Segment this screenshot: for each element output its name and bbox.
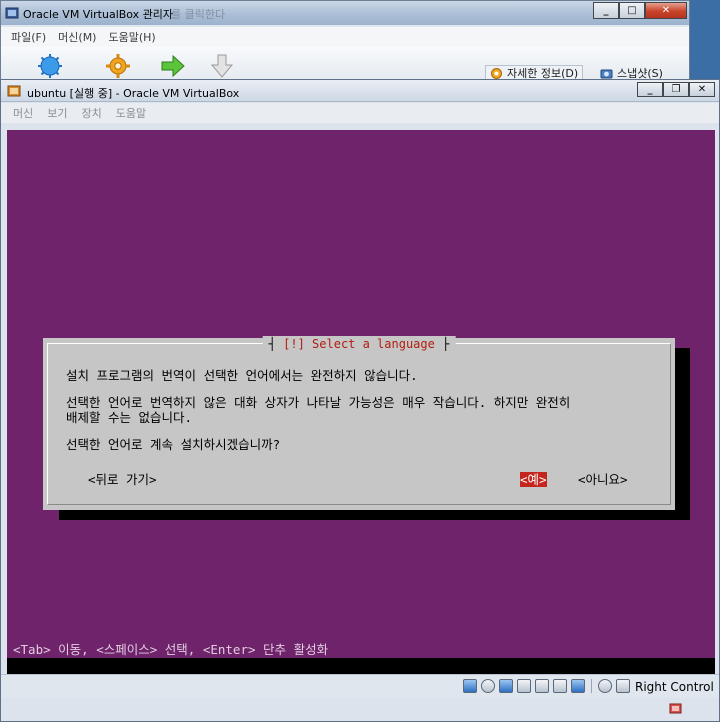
back-button[interactable]: <뒤로 가기> xyxy=(88,472,157,487)
menu-file[interactable]: 파일(F) xyxy=(11,29,46,45)
start-arrow-icon[interactable] xyxy=(160,53,186,79)
dialog-message-line: 설치 프로그램의 번역이 선택한 언어에서는 완전하지 않습니다. xyxy=(66,368,418,383)
vm-title: ubuntu [실행 중] - Oracle VM VirtualBox xyxy=(27,87,240,100)
manager-title: Oracle VM VirtualBox 관리자 xyxy=(23,8,174,21)
vm-status-bar: Right Control xyxy=(1,674,719,698)
dialog-question: 선택한 언어로 계속 설치하시겠습니까? xyxy=(66,437,281,452)
vm-menu-view[interactable]: 보기 xyxy=(47,105,67,121)
screen-bottom-edge xyxy=(7,658,715,674)
virtualbox-icon xyxy=(5,7,19,19)
manager-window-controls: _ □ ✕ xyxy=(593,2,687,19)
camera-icon xyxy=(600,69,613,79)
close-button[interactable]: ✕ xyxy=(645,2,687,19)
keyboard-hint: <Tab> 이동, <스페이스> 선택, <Enter> 단추 활성화 xyxy=(13,642,329,657)
dialog-title: ┤ [!] Select a language ├ xyxy=(262,336,456,352)
vm-window: ubuntu [실행 중] - Oracle VM VirtualBox _ ❐… xyxy=(0,79,720,722)
yes-button[interactable]: <예> xyxy=(520,472,547,487)
hard-disk-icon[interactable] xyxy=(463,679,477,693)
new-vm-icon[interactable] xyxy=(37,53,63,79)
vm-restore-button[interactable]: ❐ xyxy=(663,82,689,97)
vm-window-controls: _ ❐ ✕ xyxy=(637,82,715,97)
vm-menu-devices[interactable]: 장치 xyxy=(82,105,102,121)
settings-gear-icon[interactable] xyxy=(105,53,131,79)
virtualbox-icon xyxy=(7,85,21,97)
manager-toolbar xyxy=(1,47,689,81)
manager-title-ghost: 를 클릭한다 xyxy=(171,8,226,21)
mouse-integration-icon[interactable] xyxy=(598,679,612,693)
minimize-button[interactable]: _ xyxy=(593,2,619,19)
dialog-message-line: 선택한 언어로 번역하지 않은 대화 상자가 나타날 가능성은 매우 작습니다.… xyxy=(66,395,571,410)
vm-minimize-button[interactable]: _ xyxy=(637,82,663,97)
vm-menu-help[interactable]: 도움말 xyxy=(116,105,146,121)
manager-menu-bar: 파일(F) 머신(M) 도움말(H) xyxy=(1,27,689,47)
video-capture-icon[interactable] xyxy=(571,679,585,693)
dialog-frame: ┤ [!] Select a language ├ 설치 프로그램의 번역이 선… xyxy=(47,336,671,505)
language-warning-dialog: ┤ [!] Select a language ├ 설치 프로그램의 번역이 선… xyxy=(43,336,675,510)
vm-menu-machine[interactable]: 머신 xyxy=(13,105,33,121)
shared-folder-icon[interactable] xyxy=(535,679,549,693)
status-separator xyxy=(591,679,592,693)
maximize-button[interactable]: □ xyxy=(619,2,645,19)
dialog-message-line: 배제할 수는 없습니다. xyxy=(66,410,193,425)
host-key-arrow-icon xyxy=(616,679,630,693)
dialog-title-text: [!] Select a language xyxy=(283,337,435,351)
vm-menu-bar: 머신 보기 장치 도움말 xyxy=(1,103,719,123)
no-button[interactable]: <아니요> xyxy=(578,472,628,487)
vm-close-button[interactable]: ✕ xyxy=(689,82,715,97)
guest-screen[interactable]: ┤ [!] Select a language ├ 설치 프로그램의 번역이 선… xyxy=(7,130,715,658)
vm-title-bar[interactable]: ubuntu [실행 중] - Oracle VM VirtualBox _ ❐… xyxy=(1,80,719,102)
discard-arrow-icon[interactable] xyxy=(209,53,235,79)
menu-machine[interactable]: 머신(M) xyxy=(58,29,96,45)
optical-drive-icon[interactable] xyxy=(481,679,495,693)
manager-title-bar[interactable]: Oracle VM VirtualBox 관리자 를 클릭한다 _ □ ✕ xyxy=(1,1,689,25)
menu-help[interactable]: 도움말(H) xyxy=(108,29,155,45)
host-key-label: Right Control xyxy=(635,680,714,694)
resize-grip-icon[interactable] xyxy=(669,701,683,715)
display-icon[interactable] xyxy=(553,679,567,693)
gear-icon xyxy=(491,67,502,79)
network-icon[interactable] xyxy=(517,679,531,693)
status-icons xyxy=(463,679,630,693)
usb-icon[interactable] xyxy=(499,679,513,693)
